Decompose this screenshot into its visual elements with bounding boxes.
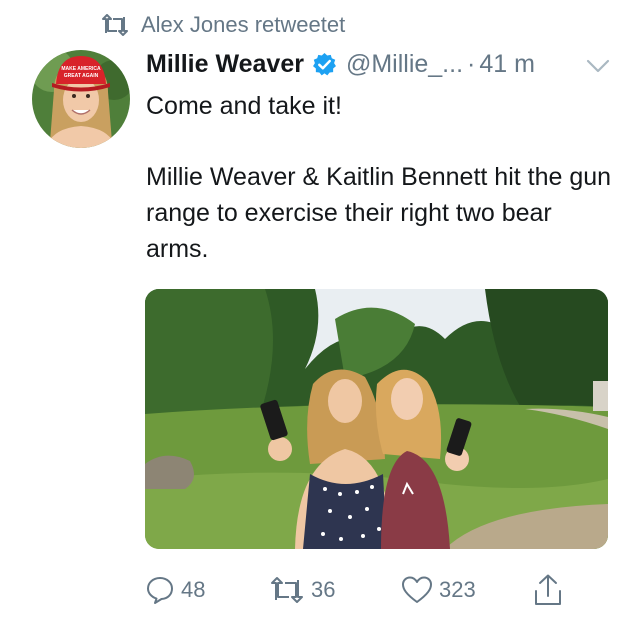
retweet-context[interactable]: Alex Jones retweetet (101, 10, 345, 40)
tweet-timestamp[interactable]: 41 m (479, 50, 535, 79)
author-handle[interactable]: @Millie_... (346, 50, 463, 79)
heart-icon (402, 576, 432, 603)
avatar-cap-text-line1: MAKE AMERICA (61, 66, 101, 72)
avatar[interactable]: MAKE AMERICA GREAT AGAIN (32, 50, 130, 148)
author-name[interactable]: Millie Weaver (146, 50, 304, 79)
retweet-icon (102, 14, 128, 36)
reply-button[interactable]: 48 (145, 570, 205, 610)
like-button[interactable]: 323 (401, 570, 476, 610)
reply-icon (147, 577, 173, 604)
tweet-text-line: Millie Weaver & Kaitlin Bennett hit the … (146, 163, 612, 263)
tweet-text-line: Come and take it! (146, 92, 342, 120)
tweet-photo[interactable] (145, 289, 608, 549)
retweet-button[interactable]: 36 (269, 570, 335, 610)
chevron-down-icon[interactable] (585, 57, 611, 75)
avatar-cap-text-line2: GREAT AGAIN (64, 73, 99, 79)
action-bar: 48 36 323 (145, 570, 615, 610)
separator-dot: · (467, 49, 476, 78)
tweet-text: Come and take it! Millie Weaver & Kaitli… (146, 88, 616, 267)
retweet-icon (271, 577, 303, 603)
share-button[interactable] (533, 570, 569, 610)
reply-count: 48 (181, 577, 206, 602)
like-count: 323 (439, 577, 476, 602)
verified-badge-icon (312, 52, 336, 75)
retweet-context-text: Alex Jones retweetet (141, 12, 346, 37)
tweet-header: Millie Weaver @Millie_... · 41 m (146, 47, 535, 81)
retweet-count: 36 (311, 577, 336, 602)
share-icon (535, 574, 561, 605)
